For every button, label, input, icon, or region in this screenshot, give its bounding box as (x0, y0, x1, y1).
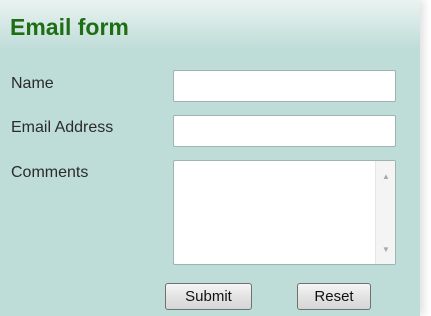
scroll-down-arrow-icon[interactable]: ▼ (382, 246, 390, 254)
comments-textarea-container: ▲ ▼ (173, 160, 396, 265)
reset-button[interactable]: Reset (297, 283, 371, 310)
comments-textarea[interactable] (174, 161, 376, 264)
scroll-up-arrow-icon[interactable]: ▲ (382, 173, 390, 181)
email-address-field[interactable] (173, 115, 396, 147)
name-label: Name (11, 75, 54, 92)
submit-button[interactable]: Submit (165, 283, 252, 310)
email-form-panel: Email form Name Email Address Comments ▲… (0, 0, 420, 316)
comments-scrollbar[interactable]: ▲ ▼ (375, 161, 395, 264)
comments-label: Comments (11, 164, 89, 181)
name-field[interactable] (173, 70, 396, 102)
email-address-label: Email Address (11, 119, 114, 136)
form-title: Email form (10, 14, 129, 40)
